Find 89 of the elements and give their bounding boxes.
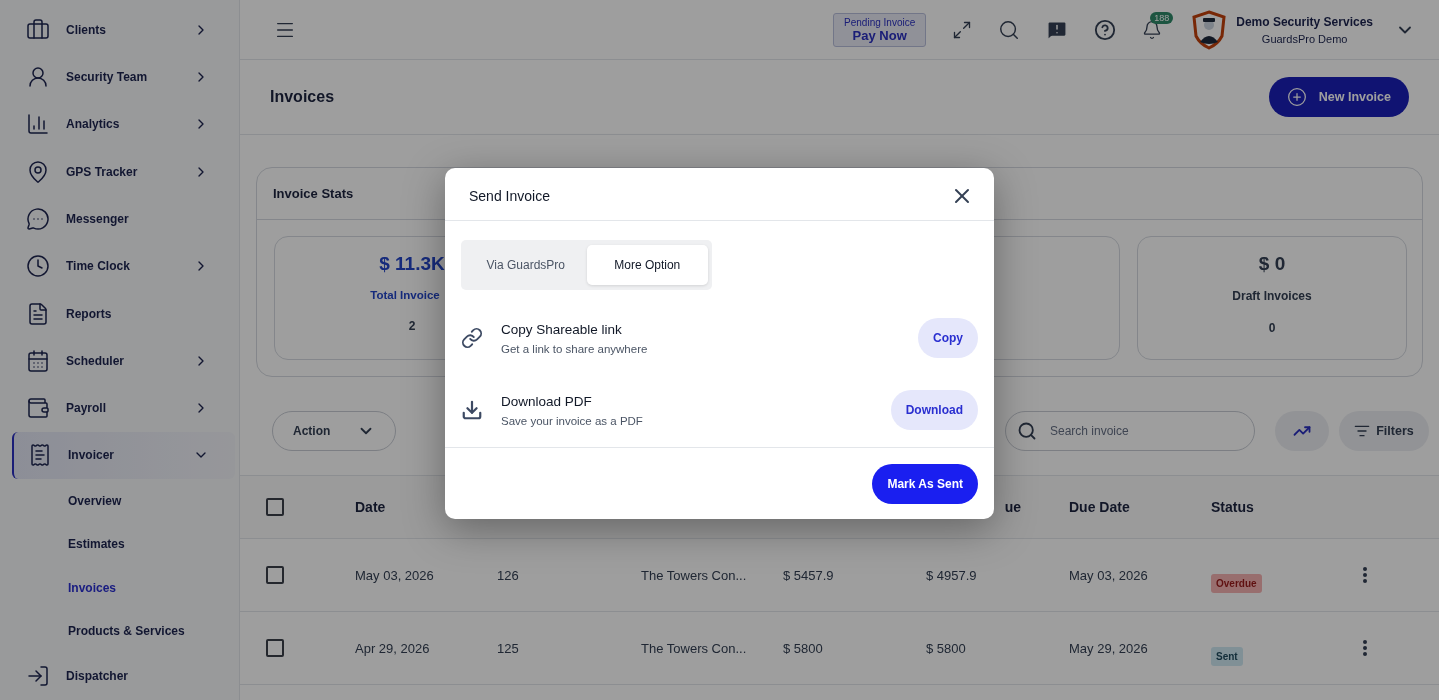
table-cell-text: 125 <box>497 640 520 656</box>
avatar-shield-icon <box>1192 9 1227 50</box>
calendar-icon <box>26 348 50 373</box>
account-name: Demo Security Services <box>1236 14 1373 29</box>
select-all-checkbox[interactable] <box>266 498 284 516</box>
stats-title: Invoice Stats <box>273 186 354 201</box>
new-invoice-button[interactable]: New Invoice <box>1268 77 1409 117</box>
table-cell-text: $ 5800 <box>926 640 967 656</box>
stat-count: 0 <box>1268 321 1276 335</box>
search-field[interactable]: Search invoice <box>1005 410 1255 451</box>
search-icon <box>1017 420 1037 441</box>
sign-in-icon <box>26 664 50 689</box>
sidebar-subitem[interactable]: Invoices <box>12 565 239 610</box>
table-cell-text: May 29, 2026 <box>1069 640 1149 656</box>
filters-button[interactable]: Filters <box>1339 410 1429 451</box>
search-icon <box>998 18 1021 41</box>
row-checkbox[interactable] <box>266 566 284 584</box>
more-vertical-icon <box>1363 640 1367 656</box>
sidebar-item[interactable]: Time Clock <box>12 242 235 290</box>
notifications-button[interactable] <box>1142 19 1163 40</box>
document-icon <box>26 301 50 326</box>
table-cell-text: May 03, 2026 <box>355 567 435 583</box>
table-cell-text: Apr 29, 2026 <box>355 640 431 656</box>
bell-icon <box>1142 19 1163 40</box>
page-title: Invoices <box>270 88 335 106</box>
stat-value: $ 0 <box>1258 253 1286 275</box>
bar-chart-icon <box>26 112 50 137</box>
wallet-icon <box>26 396 50 421</box>
more-options-button[interactable] <box>1363 640 1367 656</box>
sidebar-item[interactable]: Reports <box>12 289 235 338</box>
column-header: Status <box>1211 499 1255 515</box>
chat-icon <box>26 206 50 231</box>
dialog-title: Send Invoice <box>469 188 550 204</box>
option-button[interactable]: Download <box>890 390 978 430</box>
status-badge: Overdue <box>1211 573 1262 593</box>
clock-icon <box>26 254 50 279</box>
stat-count: 2 <box>408 319 416 333</box>
briefcase-icon <box>26 17 50 42</box>
notification-count: 188 <box>1150 11 1174 24</box>
mark-as-sent-button[interactable]: Mark As Sent <box>872 463 978 504</box>
sidebar-item[interactable]: Clients <box>12 6 235 54</box>
table-cell-text: The Towers Con... <box>641 640 748 656</box>
help-icon <box>1094 18 1117 41</box>
sidebar-item[interactable]: Security Team <box>12 53 235 101</box>
option-title: Download PDF <box>501 393 593 409</box>
option-description: Get a link to share anywhere <box>501 342 649 355</box>
table-cell-text: $ 4957.9 <box>926 567 978 583</box>
row-checkbox[interactable] <box>266 639 284 657</box>
column-header: Due Date <box>1069 499 1131 515</box>
stat-label: Total Invoice <box>370 289 440 301</box>
sidebar-item[interactable]: Messenger <box>12 195 235 243</box>
sidebar-item[interactable]: Analytics <box>12 100 235 148</box>
expand-icon <box>952 19 973 40</box>
option-description: Save your invoice as a PDF <box>501 414 644 427</box>
plus-icon <box>1286 87 1307 107</box>
person-icon <box>26 64 50 89</box>
table-cell-text: $ 5457.9 <box>783 567 835 583</box>
option-button[interactable]: Copy <box>918 318 978 358</box>
sidebar-subitem[interactable]: Products & Services <box>12 609 239 653</box>
tab[interactable]: More Option <box>586 245 708 285</box>
sidebar-subitem[interactable]: Estimates <box>12 522 239 566</box>
more-vertical-icon <box>1363 567 1367 583</box>
table-cell-text: $ 5800 <box>783 640 824 656</box>
map-pin-icon <box>26 159 50 184</box>
expand-button[interactable] <box>952 19 973 40</box>
sidebar-item[interactable]: Payroll <box>12 384 235 432</box>
pay-now-button[interactable]: Pending Invoice Pay Now <box>833 12 927 47</box>
tab[interactable]: Via GuardsPro <box>465 245 587 285</box>
table-cell-text: The Towers Con... <box>641 567 748 583</box>
sidebar-item[interactable]: Dispatcher <box>12 652 235 700</box>
search-button[interactable] <box>998 18 1021 41</box>
option-title: Copy Shareable link <box>501 321 623 337</box>
action-dropdown[interactable]: Action <box>272 410 396 451</box>
table-cell-text: 126 <box>497 567 520 583</box>
stat-label: Draft Invoices <box>1232 289 1312 303</box>
sidebar-subitem[interactable]: Overview <box>12 479 239 523</box>
table-cell-text: May 03, 2026 <box>1069 567 1149 583</box>
trend-button[interactable] <box>1275 410 1329 451</box>
column-header: Date <box>355 499 387 515</box>
help-button[interactable] <box>1094 18 1117 41</box>
status-badge: Sent <box>1211 646 1243 666</box>
sidebar-item[interactable]: Scheduler <box>12 337 235 385</box>
sidebar-item[interactable]: Invoicer <box>12 431 235 480</box>
sidebar-item[interactable]: GPS Tracker <box>12 147 235 196</box>
account-subtitle: GuardsPro Demo <box>1261 32 1348 45</box>
column-header: ue <box>1003 499 1022 515</box>
receipt-icon <box>28 443 52 468</box>
more-options-button[interactable] <box>1363 567 1367 583</box>
stat-value: $ 11.3K <box>379 253 445 275</box>
